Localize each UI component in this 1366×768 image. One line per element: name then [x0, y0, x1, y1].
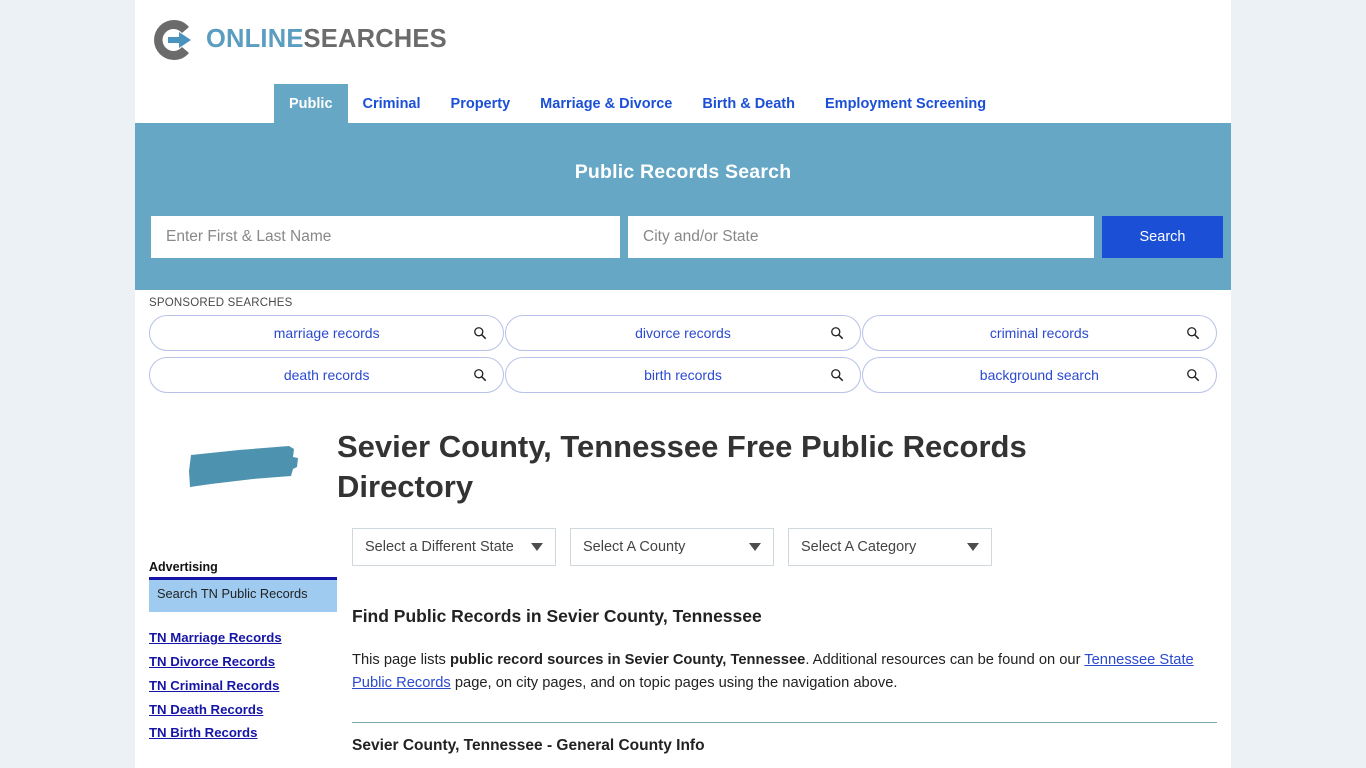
search-icon	[830, 369, 843, 382]
section-divider	[352, 721, 1217, 723]
sponsored-pill-label: background search	[979, 367, 1099, 383]
search-name-input[interactable]	[151, 216, 620, 258]
sponsored-pill-label: birth records	[644, 367, 722, 383]
intro-paragraph: This page lists public record sources in…	[352, 649, 1217, 694]
state-select-value: Select a Different State	[365, 539, 514, 556]
public-records-search-banner: Public Records Search Search	[135, 126, 1231, 290]
nav-item-marriage-divorce[interactable]: Marriage & Divorce	[525, 84, 687, 123]
state-icon-wrap	[149, 421, 337, 491]
sponsored-pill-background-search[interactable]: background search	[861, 357, 1217, 393]
sponsored-pill-label: divorce records	[635, 325, 731, 341]
sponsored-pill-label: marriage records	[273, 325, 380, 341]
chevron-down-icon	[967, 543, 979, 552]
search-icon	[830, 327, 843, 340]
county-select[interactable]: Select A County	[570, 528, 774, 567]
sidebar-link-tn-criminal-records[interactable]: TN Criminal Records	[149, 676, 337, 696]
search-submit-button[interactable]: Search	[1102, 216, 1223, 258]
nav-item-property[interactable]: Property	[436, 84, 526, 123]
sidebar-link-tn-marriage-records[interactable]: TN Marriage Records	[149, 628, 337, 648]
sponsored-pill-label: criminal records	[989, 325, 1089, 341]
chevron-down-icon	[531, 543, 543, 552]
nav-item-public[interactable]: Public	[274, 84, 348, 123]
sponsored-searches-section: SPONSORED SEARCHES marriage records divo…	[135, 290, 1231, 393]
tennessee-state-shape-icon	[189, 446, 298, 487]
logo-searches-text: SEARCHES	[303, 25, 447, 54]
sidebar: Advertising Search TN Public Records TN …	[149, 506, 337, 754]
logo-online-text: ONLINE	[206, 25, 304, 54]
state-select[interactable]: Select a Different State	[352, 528, 556, 567]
page-root: ONLINESEARCHES Public Criminal Property …	[0, 0, 1366, 768]
sponsored-pill-label: death records	[283, 367, 370, 383]
search-icon	[1187, 369, 1200, 382]
sponsored-searches-label: SPONSORED SEARCHES	[149, 297, 293, 309]
circular-arrow-icon	[154, 20, 191, 60]
page-hero: Sevier County, Tennessee Free Public Rec…	[135, 399, 1231, 506]
main-navigation: Public Criminal Property Marriage & Divo…	[135, 84, 1231, 126]
body-columns: Advertising Search TN Public Records TN …	[135, 506, 1231, 754]
paragraph-bold-1: public record sources in Sevier County, …	[449, 652, 806, 669]
sidebar-ad-box[interactable]: Search TN Public Records	[149, 577, 337, 613]
category-select-value: Select A Category	[801, 539, 917, 556]
sponsored-pill-death-records[interactable]: death records	[149, 357, 505, 393]
sponsored-row-1: marriage records divorce records crimina…	[149, 315, 1217, 351]
sidebar-links: TN Marriage Records TN Divorce Records T…	[149, 628, 337, 743]
site-logo[interactable]: ONLINESEARCHES	[151, 17, 447, 63]
paragraph-part-1: This page lists	[352, 652, 450, 669]
subsection-heading: Sevier County, Tennessee - General Count…	[352, 736, 705, 754]
search-banner-title: Public Records Search	[574, 161, 792, 183]
nav-item-birth-death[interactable]: Birth & Death	[687, 84, 810, 123]
category-select[interactable]: Select A Category	[788, 528, 992, 567]
nav-item-employment-screening[interactable]: Employment Screening	[810, 84, 1001, 123]
sidebar-link-tn-divorce-records[interactable]: TN Divorce Records	[149, 652, 337, 672]
logo-wordmark: ONLINESEARCHES	[206, 27, 447, 53]
sidebar-link-tn-birth-records[interactable]: TN Birth Records	[149, 723, 337, 743]
sponsored-pill-criminal-records[interactable]: criminal records	[861, 315, 1217, 351]
main-content: Select a Different State Select A County…	[337, 506, 1217, 754]
paragraph-part-2: . Additional resources can be found on o…	[805, 652, 1085, 669]
search-form: Search	[151, 216, 1223, 258]
site-header: ONLINESEARCHES	[135, 0, 1231, 84]
sponsored-pill-divorce-records[interactable]: divorce records	[505, 315, 861, 351]
paragraph-part-3: page, on city pages, and on topic pages …	[450, 674, 898, 691]
county-select-value: Select A County	[583, 539, 686, 556]
section-heading: Find Public Records in Sevier County, Te…	[352, 606, 762, 627]
page-title: Sevier County, Tennessee Free Public Rec…	[337, 429, 1027, 504]
sidebar-link-tn-death-records[interactable]: TN Death Records	[149, 700, 337, 720]
advertising-label: Advertising	[149, 560, 218, 575]
sponsored-row-2: death records birth records background s…	[149, 357, 1217, 393]
chevron-down-icon	[749, 543, 761, 552]
sponsored-pill-birth-records[interactable]: birth records	[505, 357, 861, 393]
search-icon	[1187, 327, 1200, 340]
search-icon	[474, 327, 487, 340]
filter-dropdowns: Select a Different State Select A County…	[352, 506, 1217, 567]
search-icon	[474, 369, 487, 382]
sponsored-pill-marriage-records[interactable]: marriage records	[149, 315, 505, 351]
nav-item-criminal[interactable]: Criminal	[348, 84, 436, 123]
search-location-input[interactable]	[628, 216, 1094, 258]
content-container: ONLINESEARCHES Public Criminal Property …	[135, 0, 1231, 768]
